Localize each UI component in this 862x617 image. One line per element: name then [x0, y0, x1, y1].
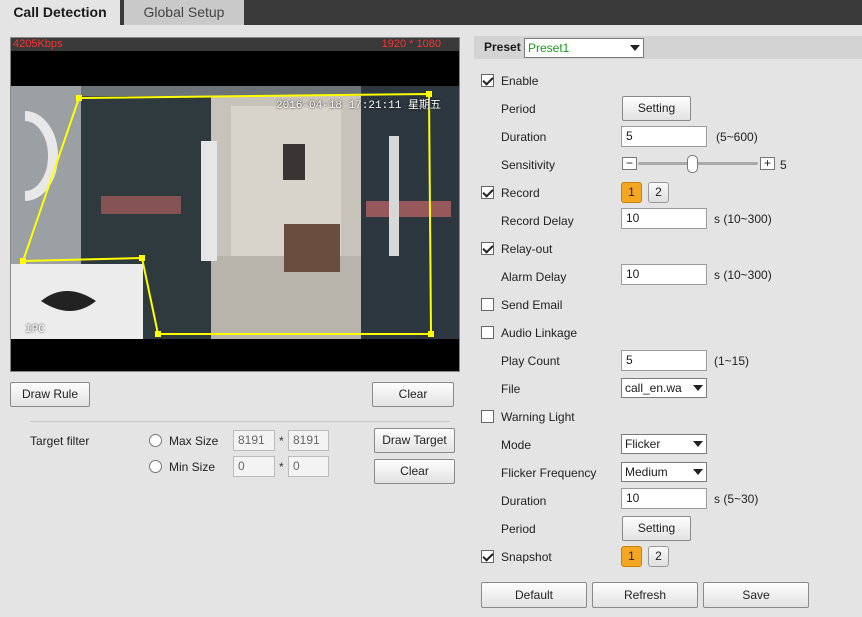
period-setting-button[interactable]: Setting	[622, 96, 691, 121]
play-count-label: Play Count	[501, 354, 560, 368]
chevron-down-icon	[693, 385, 703, 391]
file-select[interactable]: call_en.wa	[621, 378, 707, 398]
preset-label: Preset	[484, 40, 521, 54]
enable-label: Enable	[501, 74, 539, 88]
warning-duration-hint: s (5~30)	[714, 492, 759, 506]
snapshot-label: Snapshot	[501, 550, 552, 564]
audio-linkage-label: Audio Linkage	[501, 326, 578, 340]
min-size-radio[interactable]	[149, 460, 162, 473]
preset-value: Preset1	[528, 41, 570, 55]
min-width-field[interactable]: 0	[233, 456, 275, 477]
flicker-frequency-select[interactable]: Medium	[621, 462, 707, 482]
draw-rule-button[interactable]: Draw Rule	[10, 382, 90, 407]
flicker-frequency-label: Flicker Frequency	[501, 466, 597, 480]
save-button[interactable]: Save	[703, 582, 809, 608]
alarm-delay-hint: s (10~300)	[714, 268, 772, 282]
size-separator: *	[279, 434, 284, 448]
default-button[interactable]: Default	[481, 582, 587, 608]
record-channel-1[interactable]: 1	[621, 182, 642, 203]
tab-call-detection[interactable]: Call Detection	[0, 0, 120, 25]
play-count-input[interactable]: 5	[621, 350, 707, 371]
send-email-checkbox[interactable]	[481, 298, 494, 311]
tab-bar: Call Detection Global Setup	[0, 0, 862, 25]
send-email-label: Send Email	[501, 298, 563, 312]
relay-out-checkbox[interactable]	[481, 242, 494, 255]
snapshot-checkbox[interactable]	[481, 550, 494, 563]
live-video-view[interactable]: 4205Kbps 1920 * 1080 2016-04-18 17:21:11…	[10, 37, 460, 372]
resolution-label: 1920 * 1080	[381, 38, 441, 50]
warning-light-checkbox[interactable]	[481, 410, 494, 423]
clear-rule-button[interactable]: Clear	[372, 382, 454, 407]
audio-linkage-checkbox[interactable]	[481, 326, 494, 339]
camera-scene	[11, 86, 459, 339]
duration-label: Duration	[501, 130, 547, 144]
video-info-bar: 4205Kbps 1920 * 1080	[11, 38, 459, 51]
osd-channel-name: IPC	[25, 324, 45, 336]
bitrate-label: 4205Kbps	[13, 38, 63, 50]
divider	[30, 421, 450, 422]
file-label: File	[501, 382, 521, 396]
record-channel-2[interactable]: 2	[648, 182, 669, 203]
mode-label: Mode	[501, 438, 532, 452]
duration-input[interactable]: 5	[621, 126, 707, 147]
sensitivity-decrease-button[interactable]: −	[622, 157, 637, 170]
min-size-label: Min Size	[169, 460, 216, 474]
file-value: call_en.wa	[625, 381, 682, 395]
size-separator: *	[279, 460, 284, 474]
sensitivity-value: 5	[780, 158, 787, 172]
min-height-field[interactable]: 0	[288, 456, 329, 477]
preset-select[interactable]: Preset1	[524, 38, 644, 58]
warning-light-label: Warning Light	[501, 410, 575, 424]
mode-value: Flicker	[625, 437, 661, 451]
alarm-delay-label: Alarm Delay	[501, 270, 567, 284]
warning-period-setting-button[interactable]: Setting	[622, 516, 691, 541]
mode-select[interactable]: Flicker	[621, 434, 707, 454]
max-width-field[interactable]: 8191	[233, 430, 275, 451]
record-checkbox[interactable]	[481, 186, 494, 199]
alarm-delay-input[interactable]: 10	[621, 264, 707, 285]
clear-target-button[interactable]: Clear	[374, 459, 455, 484]
record-delay-hint: s (10~300)	[714, 212, 772, 226]
sensitivity-slider-handle[interactable]	[687, 155, 698, 173]
refresh-button[interactable]: Refresh	[592, 582, 698, 608]
draw-target-button[interactable]: Draw Target	[374, 428, 455, 453]
record-delay-input[interactable]: 10	[621, 208, 707, 229]
chevron-down-icon	[693, 469, 703, 475]
max-size-radio[interactable]	[149, 434, 162, 447]
duration-range-hint: (5~600)	[716, 130, 758, 144]
warning-duration-label: Duration	[501, 494, 547, 508]
max-height-field[interactable]: 8191	[288, 430, 329, 451]
osd-timestamp: 2016-04-18 17:21:11 星期五	[275, 100, 441, 112]
chevron-down-icon	[693, 441, 703, 447]
sensitivity-slider-track[interactable]	[638, 162, 758, 165]
period-label: Period	[501, 102, 536, 116]
chevron-down-icon	[630, 45, 640, 51]
max-size-label: Max Size	[169, 434, 219, 448]
sensitivity-increase-button[interactable]: +	[760, 157, 775, 170]
enable-checkbox[interactable]	[481, 74, 494, 87]
snapshot-channel-2[interactable]: 2	[648, 546, 669, 567]
record-label: Record	[501, 186, 540, 200]
record-delay-label: Record Delay	[501, 214, 574, 228]
snapshot-channel-1[interactable]: 1	[621, 546, 642, 567]
warning-period-label: Period	[501, 522, 536, 536]
flicker-frequency-value: Medium	[625, 465, 668, 479]
play-count-hint: (1~15)	[714, 354, 750, 368]
warning-duration-input[interactable]: 10	[621, 488, 707, 509]
target-filter-label: Target filter	[30, 434, 90, 448]
tab-global-setup[interactable]: Global Setup	[124, 0, 244, 25]
sensitivity-label: Sensitivity	[501, 158, 556, 172]
relay-out-label: Relay-out	[501, 242, 553, 256]
